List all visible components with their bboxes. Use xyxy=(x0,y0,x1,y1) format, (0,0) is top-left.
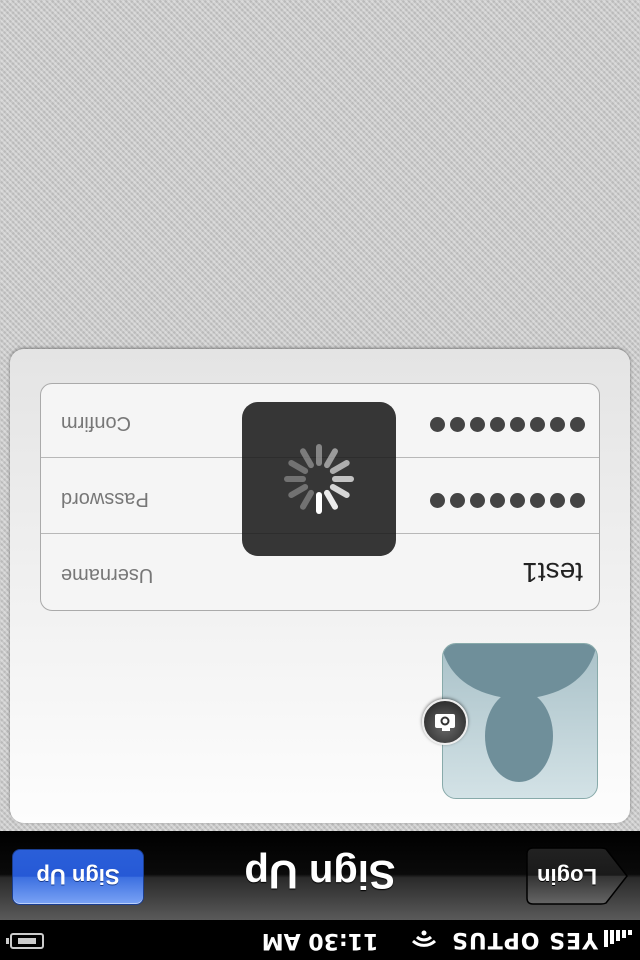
loading-hud xyxy=(242,402,396,556)
password-masked-value xyxy=(430,493,585,508)
confirm-label: Confirm xyxy=(61,412,132,434)
screen: YES OPTUS 11:30 AM Login Sign Up Sign Up xyxy=(0,0,640,960)
username-label: Username xyxy=(61,564,154,586)
spinner-icon xyxy=(284,444,354,514)
camera-icon[interactable] xyxy=(422,699,468,745)
password-label: Password xyxy=(61,488,149,510)
sign-up-button[interactable]: Sign Up xyxy=(12,849,144,905)
battery-charging-icon xyxy=(10,933,44,949)
confirm-masked-value xyxy=(430,417,585,432)
status-bar: YES OPTUS 11:30 AM xyxy=(0,920,640,960)
username-value: test1 xyxy=(522,557,583,588)
clock: 11:30 AM xyxy=(261,928,379,953)
navigation-bar: Login Sign Up Sign Up xyxy=(0,831,640,920)
